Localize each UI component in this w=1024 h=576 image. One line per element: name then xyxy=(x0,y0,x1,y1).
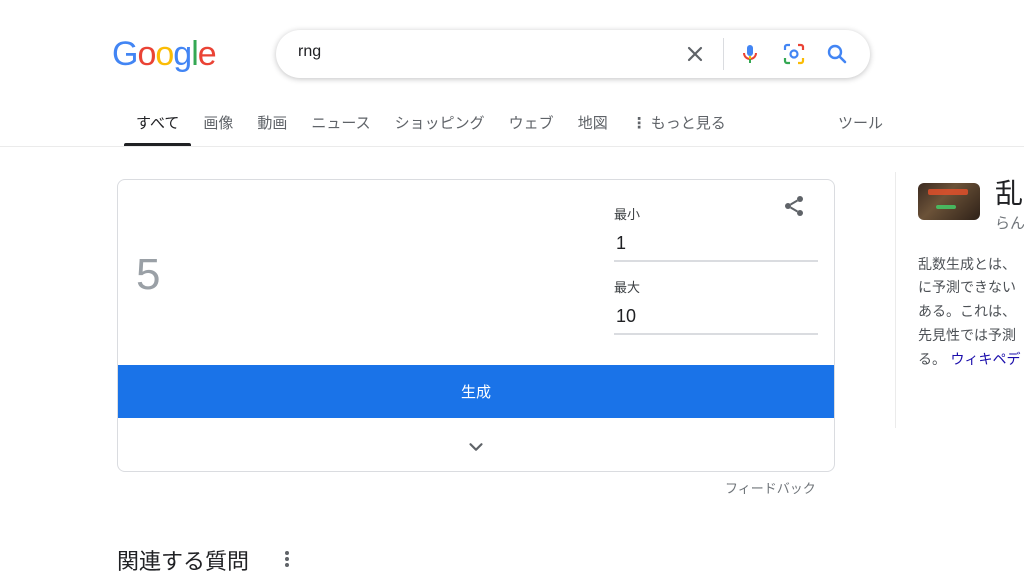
search-icon[interactable] xyxy=(825,42,849,66)
generated-number: 5 xyxy=(136,250,161,299)
tools-button[interactable]: ツール xyxy=(838,112,883,133)
knowledge-panel-text-line: に予測できない xyxy=(918,280,1016,296)
max-input[interactable] xyxy=(614,303,818,335)
tab-maps[interactable]: 地図 xyxy=(566,100,620,146)
tab-more-label: もっと見る xyxy=(650,114,726,132)
random-number-generator-card: 5 最小 最大 生成 xyxy=(117,179,835,472)
wikipedia-link[interactable]: ウィキペデ xyxy=(950,352,1020,368)
logo-letter: G xyxy=(112,35,138,73)
tab-images[interactable]: 画像 xyxy=(191,100,245,146)
header-divider xyxy=(0,146,1024,147)
knowledge-panel-title: 乱 xyxy=(995,177,1024,210)
close-icon[interactable] xyxy=(683,42,707,66)
tab-all[interactable]: すべて xyxy=(124,100,192,146)
min-label: 最小 xyxy=(614,208,641,223)
logo-letter: g xyxy=(173,35,192,73)
knowledge-panel-text: る。 xyxy=(918,352,946,368)
knowledge-panel-reading: らん xyxy=(995,214,1024,232)
max-label: 最大 xyxy=(614,281,641,296)
share-icon[interactable] xyxy=(782,194,806,218)
tab-shopping[interactable]: ショッピング xyxy=(383,100,497,146)
logo-letter: o xyxy=(155,35,174,73)
knowledge-panel-text-line: 先見性では予測 xyxy=(918,328,1016,344)
knowledge-panel-text-line: 乱数生成とは、 xyxy=(918,257,1016,273)
search-input[interactable]: rng xyxy=(298,43,321,61)
google-logo[interactable]: Google xyxy=(112,34,217,74)
min-input[interactable] xyxy=(614,230,818,262)
tab-more[interactable]: ⋮ もっと見る xyxy=(620,100,738,146)
knowledge-panel-image[interactable] xyxy=(918,183,980,220)
microphone-icon[interactable] xyxy=(738,42,762,66)
tab-web[interactable]: ウェブ xyxy=(497,100,566,146)
knowledge-panel-divider xyxy=(895,172,896,428)
divider xyxy=(723,38,724,70)
knowledge-panel-text-line: ある。これは、 xyxy=(918,304,1016,320)
tab-videos[interactable]: 動画 xyxy=(245,100,299,146)
feedback-link[interactable]: フィードバック xyxy=(725,478,816,497)
tab-news[interactable]: ニュース xyxy=(299,100,382,146)
knowledge-panel-text-line: る。 ウィキペデ xyxy=(918,349,1020,369)
related-questions-heading: 関連する質問 xyxy=(117,550,250,575)
search-box[interactable]: rng xyxy=(276,30,870,78)
logo-letter: e xyxy=(197,35,217,73)
camera-lens-icon[interactable] xyxy=(782,42,806,66)
chevron-down-icon[interactable] xyxy=(465,436,487,458)
more-vert-icon: ⋮ xyxy=(631,114,647,132)
generate-button[interactable]: 生成 xyxy=(118,365,834,418)
logo-letter: o xyxy=(137,35,156,73)
more-vert-icon[interactable] xyxy=(280,547,294,571)
search-tabs: すべて 画像 動画 ニュース ショッピング ウェブ 地図 ⋮ もっと見る xyxy=(124,100,738,146)
